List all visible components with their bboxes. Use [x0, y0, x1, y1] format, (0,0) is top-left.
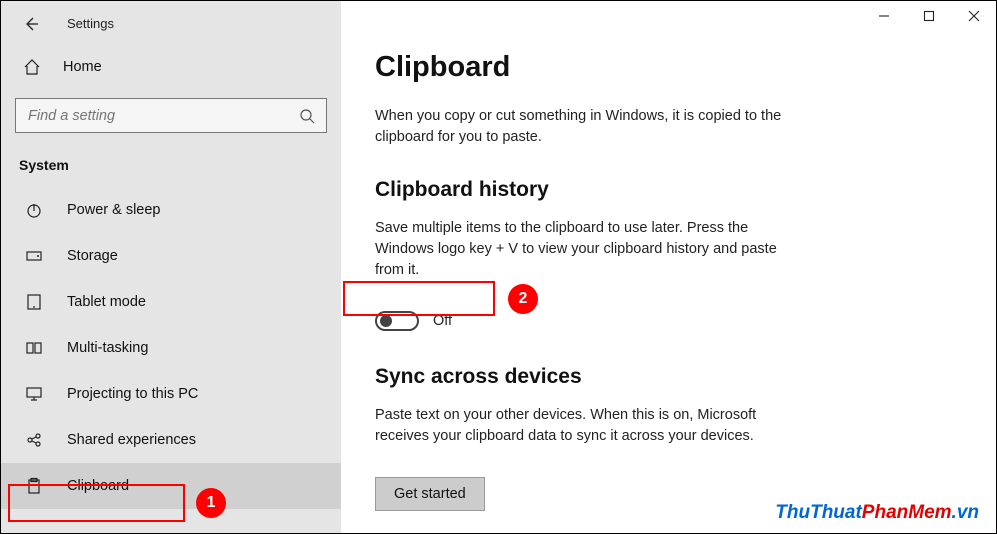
sidebar-item-label: Clipboard: [67, 478, 129, 494]
maximize-button[interactable]: [906, 1, 951, 31]
sync-heading: Sync across devices: [375, 365, 962, 389]
watermark-part3: .vn: [952, 502, 979, 523]
sidebar-item-projecting[interactable]: Projecting to this PC: [1, 371, 341, 417]
search-wrap: [15, 98, 327, 133]
history-toggle-row: Off: [375, 311, 962, 331]
sync-desc: Paste text on your other devices. When t…: [375, 405, 795, 447]
history-toggle[interactable]: [375, 311, 419, 331]
watermark: ThuThuatPhanMem.vn: [775, 502, 979, 524]
power-icon: [23, 201, 45, 219]
clipboard-icon: [23, 477, 45, 495]
sidebar-item-tablet-mode[interactable]: Tablet mode: [1, 279, 341, 325]
titlebar: Settings: [1, 1, 341, 46]
sidebar-item-power-sleep[interactable]: Power & sleep: [1, 187, 341, 233]
sidebar-item-label: Storage: [67, 248, 118, 264]
window-title: Settings: [67, 16, 114, 31]
storage-icon: [23, 247, 45, 265]
sidebar-home[interactable]: Home: [1, 46, 341, 88]
sidebar-item-storage[interactable]: Storage: [1, 233, 341, 279]
watermark-part2: PhanMem: [862, 502, 952, 523]
settings-window: Settings Home System Power & sleep: [0, 0, 997, 534]
sidebar-item-label: Power & sleep: [67, 202, 161, 218]
window-controls: [861, 1, 996, 31]
content-area: Clipboard When you copy or cut something…: [341, 1, 996, 533]
intro-text: When you copy or cut something in Window…: [375, 106, 795, 148]
shared-icon: [23, 431, 45, 449]
sidebar-item-label: Tablet mode: [67, 294, 146, 310]
sidebar-item-label: Multi-tasking: [67, 340, 148, 356]
tablet-icon: [23, 293, 45, 311]
history-heading: Clipboard history: [375, 178, 962, 202]
sidebar: Settings Home System Power & sleep: [1, 1, 341, 533]
sidebar-category: System: [1, 151, 341, 187]
close-button[interactable]: [951, 1, 996, 31]
projecting-icon: [23, 385, 45, 403]
annotation-badge-2: 2: [508, 284, 538, 314]
search-input[interactable]: [15, 98, 327, 133]
toggle-knob: [380, 315, 392, 327]
sidebar-home-label: Home: [63, 59, 102, 75]
minimize-button[interactable]: [861, 1, 906, 31]
sidebar-item-clipboard[interactable]: Clipboard: [1, 463, 341, 509]
sidebar-item-multitasking[interactable]: Multi-tasking: [1, 325, 341, 371]
watermark-part1: ThuThuat: [775, 502, 862, 523]
sidebar-item-label: Shared experiences: [67, 432, 196, 448]
page-title: Clipboard: [375, 51, 962, 84]
history-toggle-label: Off: [433, 313, 452, 329]
sidebar-item-shared-experiences[interactable]: Shared experiences: [1, 417, 341, 463]
back-icon[interactable]: [23, 16, 39, 32]
annotation-badge-1: 1: [196, 488, 226, 518]
home-icon: [23, 58, 41, 76]
search-icon: [299, 108, 315, 124]
multitasking-icon: [23, 339, 45, 357]
sidebar-item-label: Projecting to this PC: [67, 386, 198, 402]
get-started-button[interactable]: Get started: [375, 477, 485, 511]
history-desc: Save multiple items to the clipboard to …: [375, 218, 795, 281]
